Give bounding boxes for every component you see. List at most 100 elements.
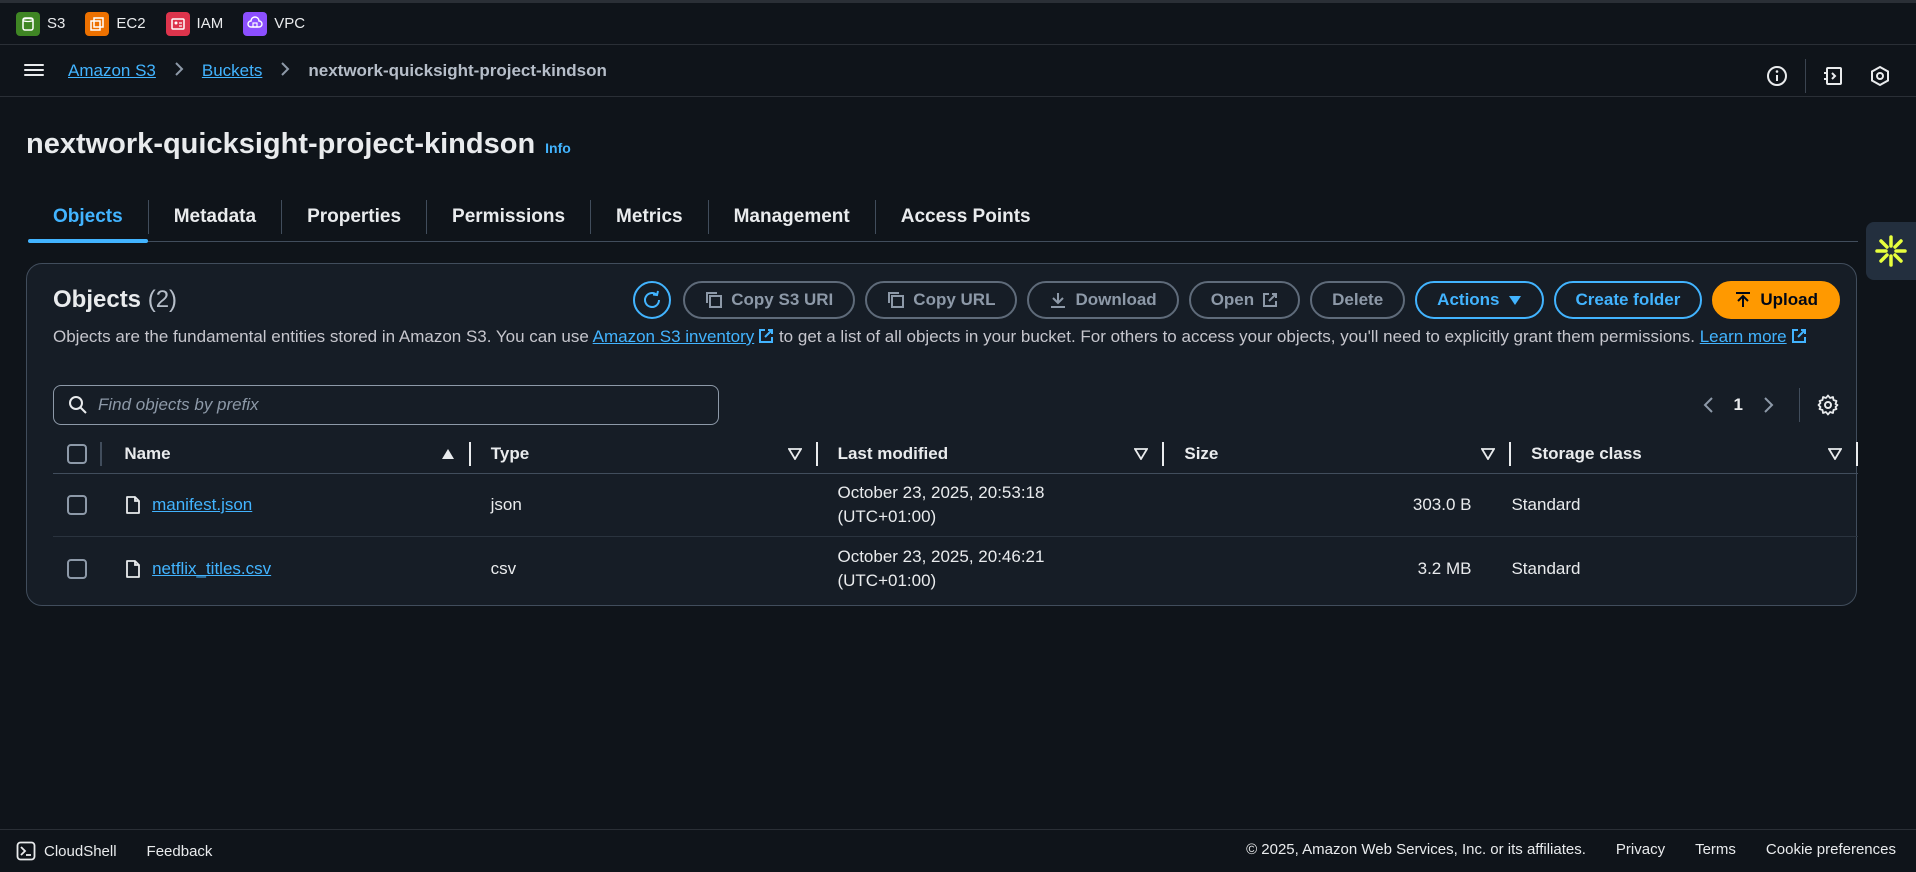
favorite-ec2[interactable]: EC2 — [85, 11, 146, 36]
privacy-link[interactable]: Privacy — [1616, 841, 1665, 858]
column-type-label: Type — [490, 443, 530, 463]
sort-icon[interactable] — [787, 447, 802, 460]
object-name-link[interactable]: netflix_titles.csv — [152, 559, 271, 579]
external-link-icon — [1791, 329, 1806, 343]
last-modified-cell: October 23, 2025, 20:53:18 (UTC+01:00) — [817, 481, 1164, 529]
copy-url-button[interactable]: Copy URL — [865, 281, 1018, 319]
s3-inventory-link[interactable]: Amazon S3 inventory — [593, 327, 775, 346]
copy-s3-uri-button[interactable]: Copy S3 URI — [683, 281, 856, 319]
notifications-panel-icon[interactable] — [1822, 64, 1846, 88]
sort-icon[interactable] — [1134, 447, 1149, 460]
copy-url-label: Copy URL — [913, 290, 996, 309]
column-header-last-modified[interactable]: Last modified — [818, 434, 1165, 474]
copyright-text: © 2025, Amazon Web Services, Inc. or its… — [1246, 841, 1586, 858]
cloudshell-button[interactable]: CloudShell — [16, 841, 117, 861]
breadcrumb-current: nextwork-quicksight-project-kindson — [308, 60, 607, 80]
actions-dropdown-button[interactable]: Actions — [1415, 281, 1544, 319]
tab-permissions[interactable]: Permissions — [427, 192, 590, 242]
menu-icon[interactable] — [24, 61, 44, 81]
column-header-storage-class[interactable]: Storage class — [1511, 434, 1858, 474]
chevron-right-icon — [280, 60, 290, 81]
delete-label: Delete — [1332, 290, 1384, 309]
sort-icon[interactable] — [1827, 447, 1842, 460]
feedback-link[interactable]: Feedback — [147, 843, 213, 860]
learn-more-link[interactable]: Learn more — [1700, 327, 1807, 346]
column-storage-class-label: Storage class — [1531, 443, 1642, 463]
tab-metadata[interactable]: Metadata — [149, 192, 281, 242]
info-link[interactable]: Info — [545, 140, 571, 156]
objects-table: Name Type Last modified Size Storage cla — [53, 434, 1858, 600]
create-folder-button[interactable]: Create folder — [1553, 281, 1703, 319]
next-page-icon[interactable] — [1757, 393, 1781, 417]
header-divider — [1805, 59, 1806, 93]
table-row: netflix_titles.csv csv October 23, 2025,… — [53, 537, 1858, 600]
cookie-preferences-link[interactable]: Cookie preferences — [1766, 841, 1896, 858]
select-all-checkbox[interactable] — [67, 443, 87, 464]
breadcrumb-amazon-s3[interactable]: Amazon S3 — [68, 61, 156, 81]
modified-date: October 23, 2025, 20:46:21 — [837, 546, 1045, 566]
current-page[interactable]: 1 — [1734, 395, 1743, 415]
settings-hex-icon[interactable] — [1868, 64, 1892, 88]
objects-toolbar: Copy S3 URI Copy URL Download Open Delet… — [633, 281, 1840, 319]
object-name-link[interactable]: manifest.json — [152, 495, 252, 515]
download-button[interactable]: Download — [1027, 281, 1179, 319]
tab-properties[interactable]: Properties — [282, 192, 426, 242]
gear-icon[interactable] — [1816, 393, 1840, 417]
row-checkbox[interactable] — [67, 495, 87, 515]
refresh-button[interactable] — [633, 281, 672, 319]
tab-access-points[interactable]: Access Points — [876, 192, 1056, 242]
size-cell: 303.0 B — [1412, 495, 1472, 514]
tab-management[interactable]: Management — [709, 192, 875, 242]
sort-ascending-icon[interactable] — [441, 448, 455, 460]
favorite-iam[interactable]: IAM — [165, 11, 224, 36]
search-objects-field — [53, 385, 719, 425]
copy-s3-uri-label: Copy S3 URI — [731, 290, 834, 309]
description-text: Objects are the fundamental entities sto… — [53, 327, 593, 346]
tab-objects[interactable]: Objects — [28, 192, 148, 243]
download-label: Download — [1075, 290, 1157, 309]
objects-panel: Objects (2) Copy S3 URI Copy URL Downloa… — [26, 263, 1858, 606]
favorite-label: IAM — [196, 15, 224, 32]
last-modified-cell: October 23, 2025, 20:46:21 (UTC+01:00) — [817, 545, 1164, 593]
table-header: Name Type Last modified Size Storage cla — [53, 434, 1858, 474]
table-row: manifest.json json October 23, 2025, 20:… — [53, 474, 1858, 537]
favorite-label: VPC — [274, 15, 306, 32]
storage-class-cell: Standard — [1511, 495, 1581, 514]
previous-page-icon[interactable] — [1696, 393, 1720, 417]
s3-inventory-link-label: Amazon S3 inventory — [592, 327, 755, 346]
name-cell: manifest.json — [124, 495, 471, 515]
terminal-icon — [16, 841, 36, 861]
tab-metrics[interactable]: Metrics — [591, 192, 708, 242]
objects-heading: Objects (2) — [53, 286, 177, 314]
column-header-type[interactable]: Type — [471, 434, 818, 474]
favorite-s3[interactable]: S3 — [16, 11, 65, 36]
upload-label: Upload — [1760, 290, 1818, 309]
info-icon[interactable] — [1765, 64, 1789, 88]
assistant-widget[interactable] — [1866, 222, 1916, 280]
name-cell: netflix_titles.csv — [124, 559, 471, 579]
learn-more-label: Learn more — [1699, 327, 1787, 346]
footer: CloudShell Feedback © 2025, Amazon Web S… — [0, 829, 1916, 872]
delete-button[interactable]: Delete — [1310, 281, 1406, 319]
column-header-size[interactable]: Size — [1164, 434, 1512, 474]
description-text: to get a list of all objects in your buc… — [774, 327, 1700, 346]
breadcrumb-buckets[interactable]: Buckets — [202, 61, 262, 81]
favorite-vpc[interactable]: VPC — [243, 11, 306, 36]
pagination: 1 — [1696, 385, 1840, 425]
search-input[interactable] — [98, 395, 698, 415]
column-header-name[interactable]: Name — [124, 434, 471, 474]
row-checkbox[interactable] — [67, 558, 87, 579]
upload-button[interactable]: Upload — [1712, 281, 1840, 319]
caret-down-icon — [1508, 296, 1521, 305]
sort-icon[interactable] — [1481, 447, 1496, 460]
chevron-right-icon — [174, 60, 184, 81]
tab-bar: Objects Metadata Properties Permissions … — [28, 192, 1858, 243]
file-icon — [126, 496, 140, 514]
ec2-icon — [85, 11, 110, 36]
upload-icon — [1736, 292, 1751, 307]
column-resizer[interactable] — [1855, 441, 1858, 466]
terms-link[interactable]: Terms — [1695, 841, 1736, 858]
column-size-label: Size — [1184, 443, 1219, 463]
open-button[interactable]: Open — [1188, 281, 1301, 319]
open-label: Open — [1210, 290, 1255, 309]
